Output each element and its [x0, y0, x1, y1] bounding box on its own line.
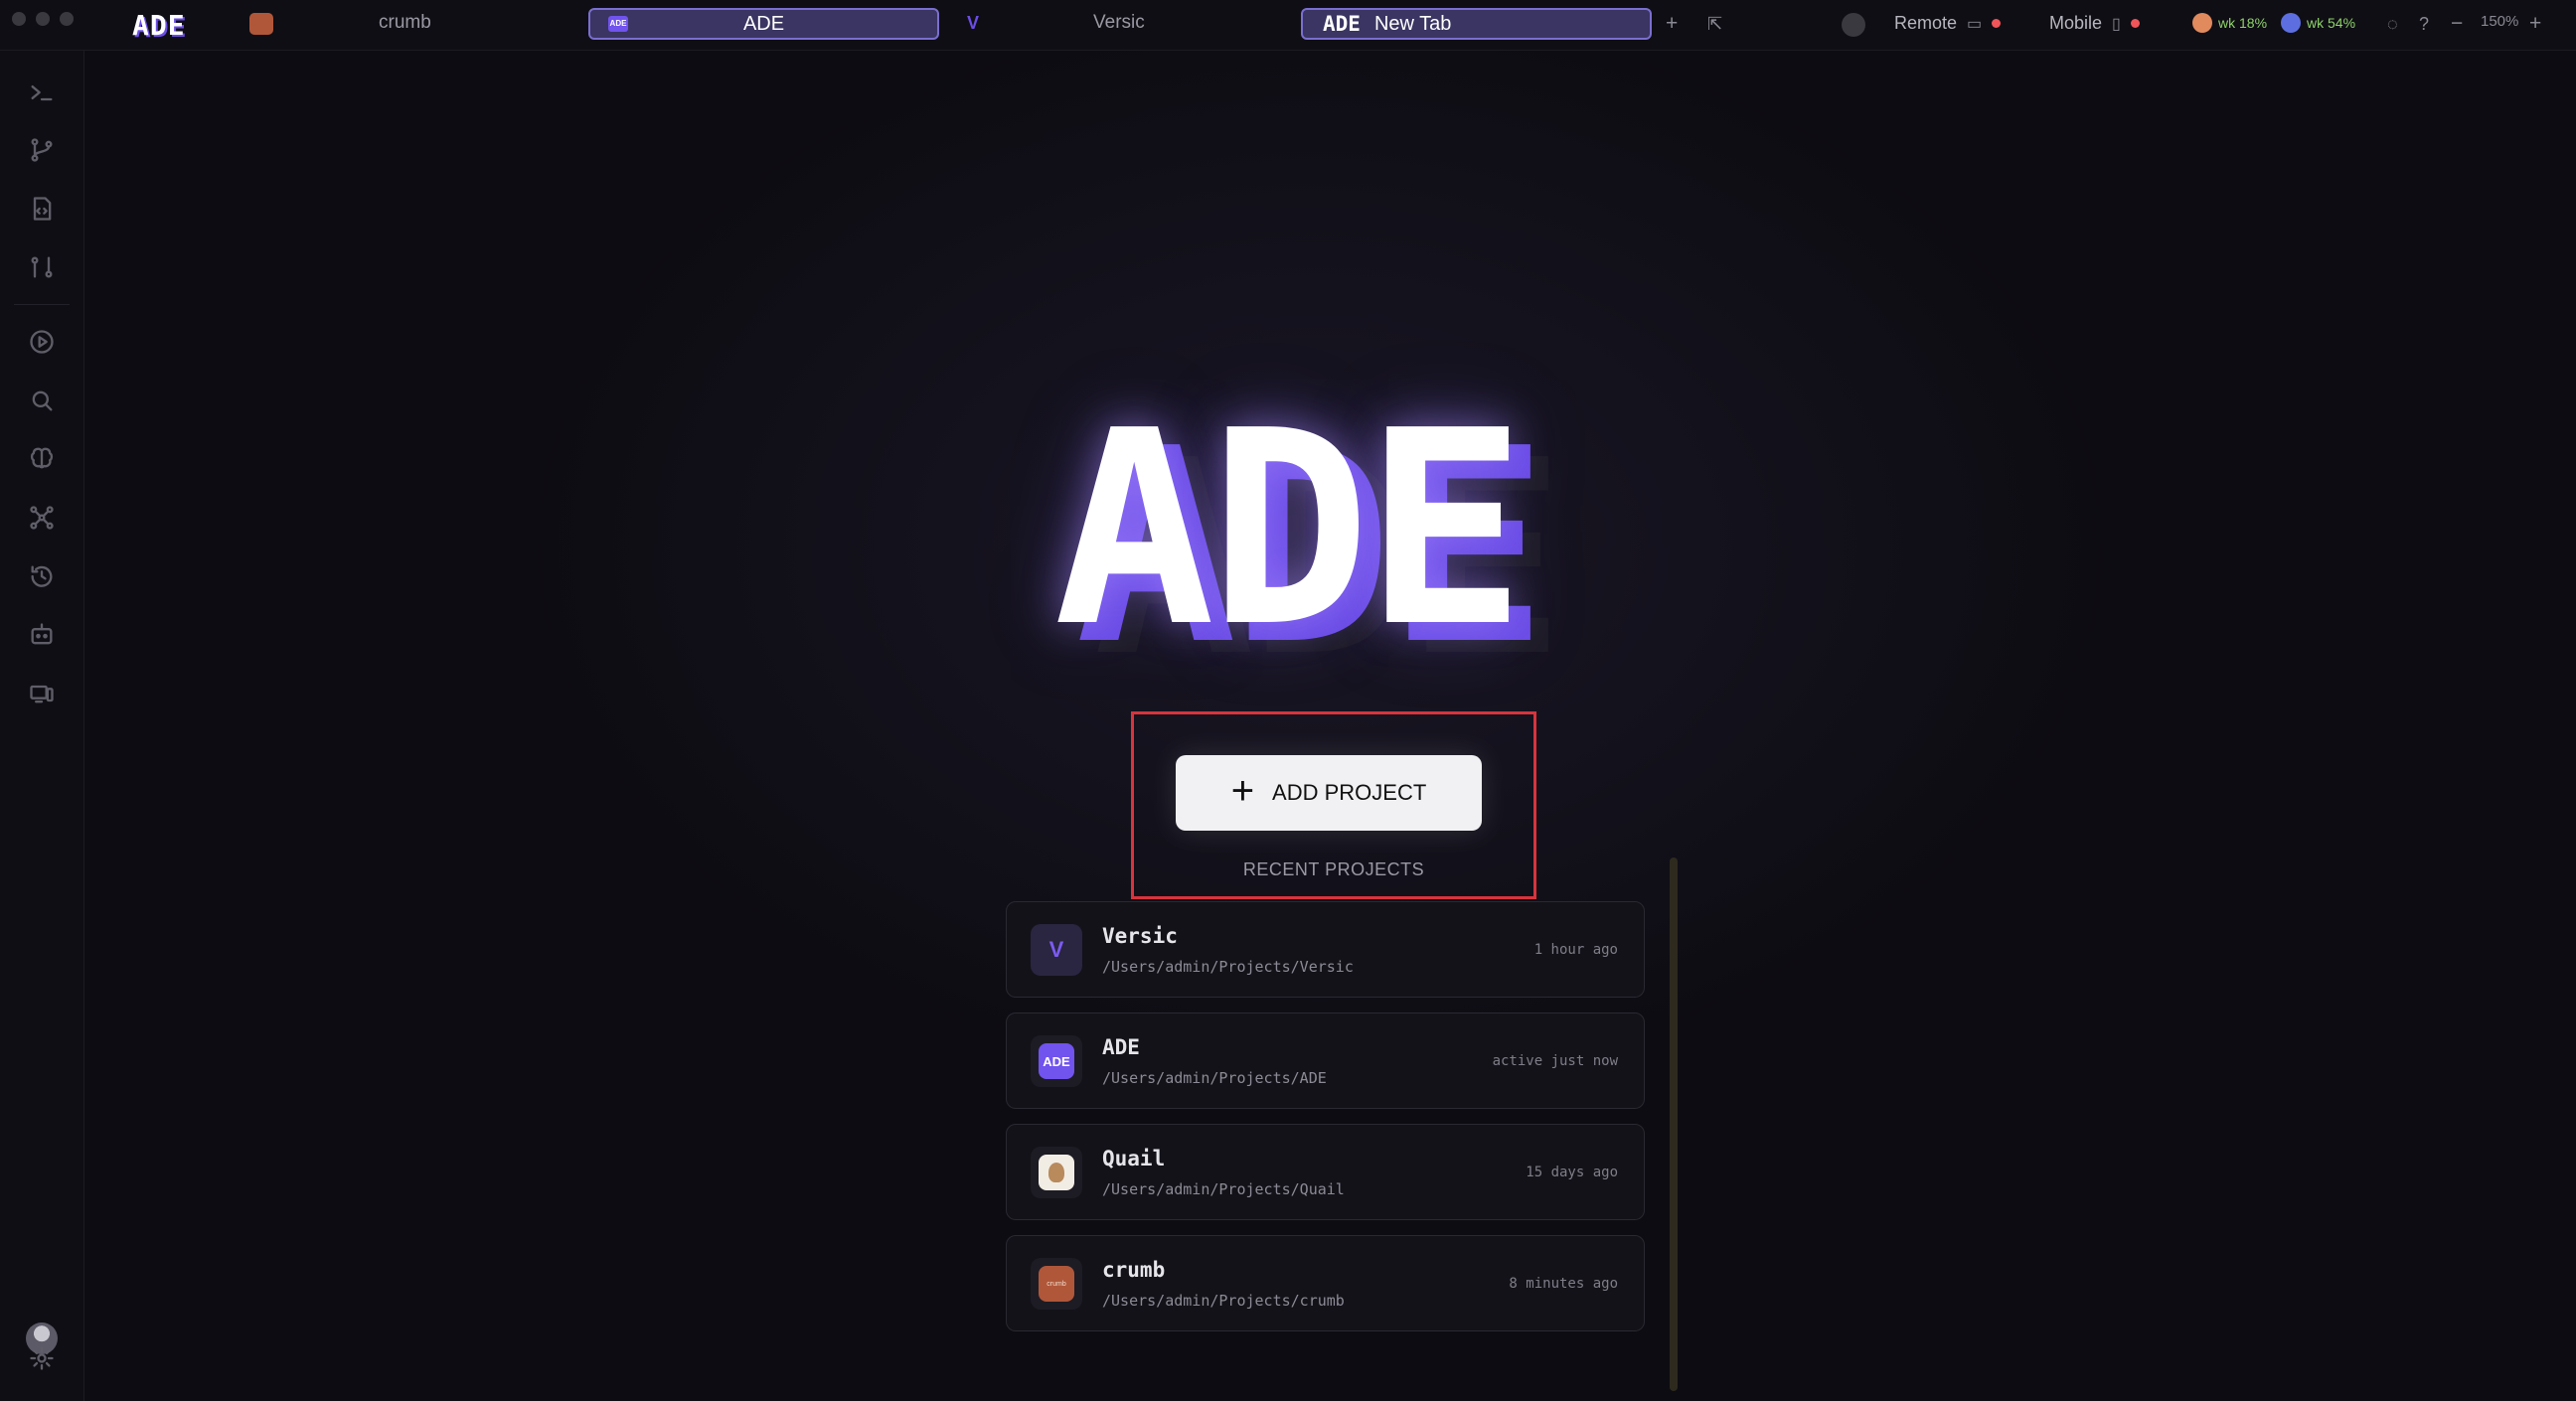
theme-toggle-icon[interactable] — [1842, 13, 1865, 37]
provider-1-icon — [2192, 13, 2212, 33]
quail-project-icon — [1031, 1147, 1082, 1198]
terminal-icon[interactable] — [24, 75, 60, 110]
zoom-level: 150% — [2481, 13, 2519, 30]
zoom-window-button[interactable] — [60, 12, 74, 26]
remote-status-dot — [1992, 19, 2002, 28]
versic-project-icon: V — [1031, 924, 1082, 976]
remote-status[interactable]: Remote ▭ — [1894, 13, 2002, 34]
git-branch-icon[interactable] — [24, 132, 60, 168]
project-path: /Users/admin/Projects/Versic — [1102, 958, 1354, 976]
title-bar: ADE crumb ADE ADE V Versic ADE New Tab +… — [0, 0, 2576, 51]
mobile-status[interactable]: Mobile ▯ — [2049, 13, 2140, 34]
ade-project-icon: ADE — [1031, 1035, 1082, 1087]
history-icon[interactable] — [24, 558, 60, 594]
tab-crumb[interactable]: crumb — [379, 12, 431, 34]
hero-logo: ADE ADE ADE — [1053, 373, 1650, 694]
help-icon[interactable]: ? — [2419, 14, 2429, 35]
mobile-device-icon: ▯ — [2112, 15, 2121, 33]
remote-label: Remote — [1894, 13, 1958, 33]
network-icon[interactable] — [24, 500, 60, 536]
project-time: 8 minutes ago — [1509, 1276, 1618, 1292]
project-path: /Users/admin/Projects/Quail — [1102, 1180, 1345, 1198]
mobile-status-dot — [2130, 19, 2140, 28]
pop-out-icon[interactable]: ⇱ — [1707, 14, 1722, 35]
tab-versic[interactable]: Versic — [1093, 12, 1145, 34]
file-code-icon[interactable] — [24, 191, 60, 227]
project-card-quail[interactable]: Quail /Users/admin/Projects/Quail 15 day… — [1006, 1124, 1645, 1220]
project-time: 15 days ago — [1526, 1165, 1618, 1180]
brain-icon[interactable] — [24, 441, 60, 477]
usage-meter-1[interactable]: wk 18% — [2192, 13, 2267, 33]
crumb-project-icon: crumb — [1031, 1258, 1082, 1310]
remote-device-icon: ▭ — [1967, 15, 1983, 33]
zoom-out-icon[interactable]: − — [2451, 12, 2463, 36]
ade-tab-icon: ADE — [608, 16, 628, 32]
project-card-versic[interactable]: V Versic /Users/admin/Projects/Versic 1 … — [1006, 901, 1645, 998]
window-controls[interactable] — [12, 12, 74, 26]
app-logo: ADE — [132, 9, 186, 42]
project-time: 1 hour ago — [1533, 942, 1618, 958]
project-path: /Users/admin/Projects/ADE — [1102, 1069, 1327, 1087]
robot-icon[interactable] — [24, 617, 60, 653]
git-compare-icon[interactable] — [24, 249, 60, 285]
hero-logo-text: ADE — [1053, 373, 1527, 686]
zoom-in-icon[interactable]: + — [2529, 12, 2541, 36]
mobile-label: Mobile — [2049, 13, 2103, 33]
recent-projects-scrollbar[interactable] — [1670, 857, 1678, 1391]
new-tab-logo: ADE — [1323, 12, 1361, 36]
chat-icon[interactable]: ◌ — [2387, 14, 2398, 35]
play-icon[interactable] — [24, 324, 60, 360]
usage-2-text: wk 54% — [2307, 15, 2356, 31]
gear-icon[interactable] — [24, 1340, 60, 1376]
project-name: ADE — [1102, 1035, 1140, 1059]
tab-new-tab-label: New Tab — [1373, 12, 1452, 35]
sidebar — [0, 51, 84, 1401]
crumb-tab-icon — [249, 13, 273, 35]
add-tab-icon[interactable]: + — [1666, 12, 1678, 36]
search-icon[interactable] — [24, 383, 60, 418]
project-card-crumb[interactable]: crumb crumb /Users/admin/Projects/crumb … — [1006, 1235, 1645, 1331]
tab-new-tab[interactable]: ADE New Tab — [1301, 8, 1652, 40]
project-name: Versic — [1102, 924, 1178, 948]
tab-ade-label: ADE — [742, 12, 785, 35]
provider-2-icon — [2281, 13, 2301, 33]
add-project-label: ADD PROJECT — [1272, 780, 1427, 805]
tab-ade[interactable]: ADE ADE — [588, 8, 939, 40]
project-name: Quail — [1102, 1147, 1166, 1170]
project-path: /Users/admin/Projects/crumb — [1102, 1292, 1345, 1310]
project-card-ade[interactable]: ADE ADE /Users/admin/Projects/ADE active… — [1006, 1012, 1645, 1109]
usage-1-text: wk 18% — [2218, 15, 2268, 31]
usage-meter-2[interactable]: wk 54% — [2281, 13, 2355, 33]
sidebar-divider — [14, 304, 70, 305]
project-name: crumb — [1102, 1258, 1166, 1282]
devices-icon[interactable] — [24, 676, 60, 711]
close-window-button[interactable] — [12, 12, 26, 26]
add-project-button[interactable]: + ADD PROJECT — [1176, 755, 1482, 831]
minimize-window-button[interactable] — [36, 12, 50, 26]
project-time: active just now — [1492, 1053, 1618, 1069]
recent-projects-heading: RECENT PROJECTS — [1242, 859, 1425, 879]
versic-tab-icon: V — [967, 13, 980, 33]
plus-icon: + — [1230, 769, 1255, 813]
